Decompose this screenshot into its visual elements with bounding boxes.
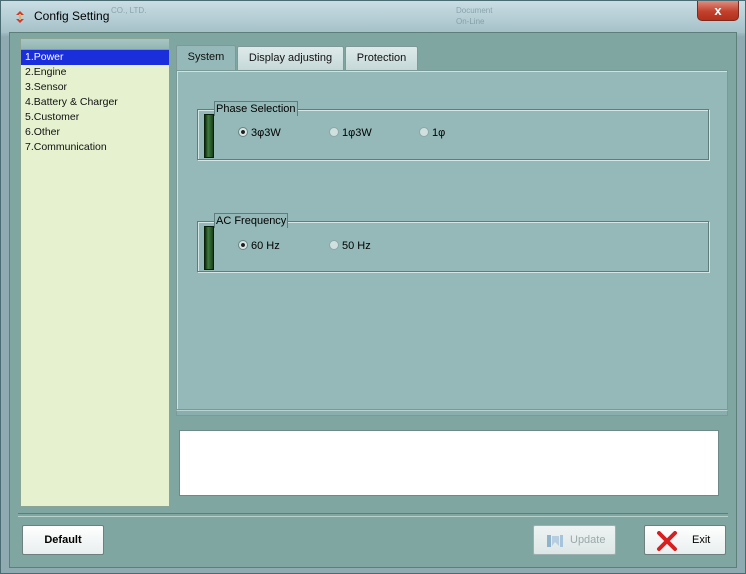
phase-selection-label: Phase Selection: [214, 101, 298, 116]
sidebar-item-communication[interactable]: 7.Communication: [21, 140, 169, 155]
radio-checked-icon: [238, 127, 248, 138]
sidebar-item-sensor[interactable]: 3.Sensor: [21, 80, 169, 95]
radio-unchecked-icon: [329, 127, 339, 138]
radio-50hz[interactable]: 50 Hz: [329, 240, 371, 252]
update-icon: [547, 535, 563, 547]
radio-label: 1φ: [432, 127, 446, 139]
category-list: 1.Power 2.Engine 3.Sensor 4.Battery & Ch…: [21, 50, 169, 155]
radio-unchecked-icon: [329, 240, 339, 251]
radio-60hz[interactable]: 60 Hz: [238, 240, 280, 252]
update-button-label: Update: [570, 534, 606, 546]
message-area: [179, 430, 719, 496]
ac-frequency-group: AC Frequency 60 Hz 50 Hz: [197, 213, 709, 272]
phase-selection-group: Phase Selection 3φ3W 1φ3W 1φ: [197, 101, 709, 160]
button-bar-separator: [18, 513, 728, 517]
radio-1phase-3wire[interactable]: 1φ3W: [329, 127, 372, 139]
window-title: Config Setting: [34, 9, 110, 23]
sidebar-item-other[interactable]: 6.Other: [21, 125, 169, 140]
exit-button-label: Exit: [692, 534, 711, 546]
phase-indicator-bar: [204, 114, 214, 158]
title-bar[interactable]: Config Setting CO., LTD. Document On-Lin…: [1, 1, 745, 33]
tab-display-adjusting[interactable]: Display adjusting: [237, 46, 344, 70]
radio-checked-icon: [238, 240, 248, 251]
ghost-text-document: Document: [456, 6, 493, 15]
radio-label: 1φ3W: [342, 127, 372, 139]
tab-system[interactable]: System: [176, 45, 236, 71]
default-button[interactable]: Default: [22, 525, 104, 555]
ac-frequency-label: AC Frequency: [214, 213, 289, 228]
tab-protection[interactable]: Protection: [345, 46, 418, 70]
close-button[interactable]: x: [697, 1, 739, 21]
radio-label: 60 Hz: [251, 240, 280, 252]
radio-unchecked-icon: [419, 127, 429, 138]
close-icon: x: [714, 3, 722, 18]
sidebar-item-engine[interactable]: 2.Engine: [21, 65, 169, 80]
radio-3phase-3wire[interactable]: 3φ3W: [238, 127, 281, 139]
update-button[interactable]: Update: [533, 525, 616, 555]
radio-label: 50 Hz: [342, 240, 371, 252]
sidebar-header: [21, 39, 169, 50]
default-button-label: Default: [44, 534, 82, 546]
exit-x-icon: [657, 531, 677, 551]
app-icon: [16, 11, 24, 23]
sidebar-item-customer[interactable]: 5.Customer: [21, 110, 169, 125]
ghost-text-online: On-Line: [456, 17, 485, 26]
radio-label: 3φ3W: [251, 127, 281, 139]
client-area: 1.Power 2.Engine 3.Sensor 4.Battery & Ch…: [9, 32, 737, 568]
ghost-text-company: CO., LTD.: [111, 6, 147, 15]
exit-button[interactable]: Exit: [644, 525, 726, 555]
config-setting-window: Config Setting CO., LTD. Document On-Lin…: [0, 0, 746, 574]
category-sidebar: 1.Power 2.Engine 3.Sensor 4.Battery & Ch…: [20, 38, 170, 507]
tab-panel-footer: [176, 410, 728, 416]
frequency-indicator-bar: [204, 226, 214, 270]
sidebar-item-battery-charger[interactable]: 4.Battery & Charger: [21, 95, 169, 110]
system-tab-panel: Phase Selection 3φ3W 1φ3W 1φ AC Frequenc…: [176, 70, 728, 410]
sidebar-item-power[interactable]: 1.Power: [21, 50, 169, 65]
radio-1phase[interactable]: 1φ: [419, 127, 445, 139]
